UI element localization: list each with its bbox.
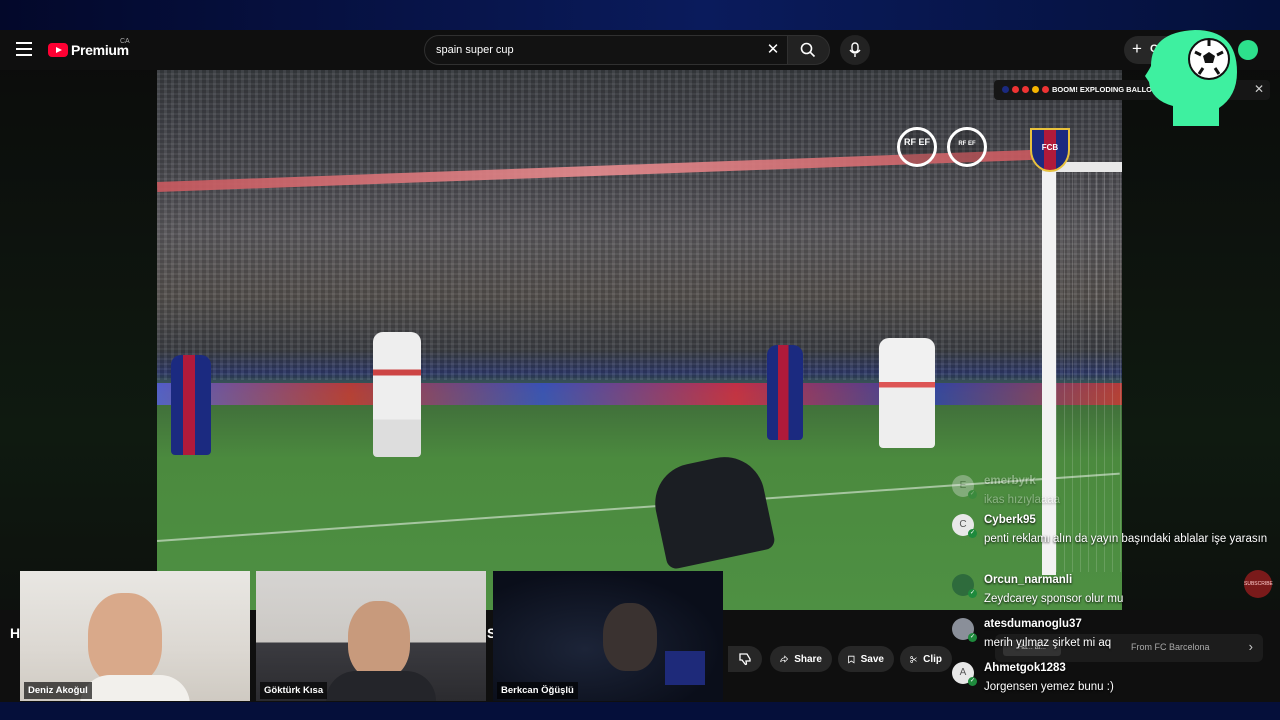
chat-avatar: E ✓ bbox=[952, 475, 977, 499]
account-avatar[interactable] bbox=[1238, 40, 1258, 60]
rfef-badge-text: RF EF bbox=[904, 137, 930, 147]
streamer-shirt bbox=[80, 675, 190, 701]
search-query: spain super cup bbox=[436, 44, 514, 56]
chat-username: Orcun_narmanli bbox=[984, 574, 1073, 586]
supercup-badge-text: RF EF bbox=[958, 141, 976, 147]
chat-avatar: ✓ bbox=[952, 574, 977, 598]
chat-username: atesdumanoglu37 bbox=[984, 618, 1082, 630]
chat-text: penti reklamı alın da yayın başındaki ab… bbox=[984, 533, 1268, 545]
save-icon bbox=[848, 655, 855, 664]
verified-icon: ✓ bbox=[968, 490, 977, 499]
chat-username: Ahmetgok1283 bbox=[984, 662, 1066, 674]
youtube-play-icon bbox=[48, 43, 68, 57]
video-title-fragment: H bbox=[10, 625, 21, 641]
player-white bbox=[373, 332, 421, 457]
avatar-initial: C bbox=[959, 519, 967, 530]
search-button[interactable] bbox=[788, 35, 830, 65]
share-button[interactable]: Share bbox=[770, 646, 832, 672]
save-button[interactable]: Save bbox=[838, 646, 894, 672]
goalkeeper bbox=[647, 449, 777, 571]
search-input[interactable]: spain super cup ✕ bbox=[424, 35, 788, 65]
chat-text: ikas hızıylaaaa bbox=[984, 494, 1061, 506]
webcam-feed: Deniz Akoğul bbox=[20, 571, 250, 701]
verified-icon: ✓ bbox=[968, 677, 977, 686]
menu-icon[interactable] bbox=[16, 42, 32, 56]
webcam-row: Deniz Akoğul Göktürk Kısa Berkcan Öğüşlü bbox=[20, 571, 724, 701]
stream-bottom-band bbox=[0, 702, 1280, 720]
streamer-face bbox=[348, 601, 410, 679]
plus-icon: + bbox=[1132, 39, 1142, 58]
crest-text: FCB bbox=[1041, 143, 1059, 152]
chat-text: Jorgensen yemez bunu :) bbox=[984, 681, 1114, 693]
chat-text: Zeydcarey sponsor olur mu bbox=[984, 593, 1124, 605]
webcam-feed: Berkcan Öğüşlü bbox=[493, 571, 723, 701]
webcam-name: Deniz Akoğul bbox=[24, 682, 92, 699]
chat-avatar: A ✓ bbox=[952, 662, 977, 686]
emoji-icons bbox=[1002, 86, 1049, 93]
streamer-face bbox=[88, 593, 162, 685]
player-white bbox=[879, 338, 935, 448]
webcam-name: Berkcan Öğüşlü bbox=[497, 682, 578, 699]
voice-search-button[interactable] bbox=[840, 35, 870, 65]
streamer-shirt bbox=[326, 671, 436, 701]
verified-icon: ✓ bbox=[968, 589, 977, 598]
crowd-stands bbox=[157, 70, 1122, 380]
webcam-feed: Göktürk Kısa bbox=[256, 571, 486, 701]
webcam-name: Göktürk Kısa bbox=[260, 682, 328, 699]
share-label: Share bbox=[794, 653, 822, 665]
thumbs-down-icon bbox=[739, 653, 751, 666]
dislike-button[interactable] bbox=[728, 646, 762, 672]
share-icon bbox=[780, 655, 789, 663]
search-icon bbox=[800, 42, 816, 58]
close-icon[interactable]: ✕ bbox=[1254, 82, 1264, 96]
brain-football-logo bbox=[1145, 30, 1237, 126]
avatar-initial: A bbox=[959, 667, 967, 678]
stream-top-band bbox=[0, 0, 1280, 30]
supercup-badge: RF EF bbox=[947, 127, 987, 167]
subscribe-badge: SUBSCRIBE bbox=[1244, 570, 1273, 598]
avatar-initial: E bbox=[959, 480, 967, 491]
monitor-glow bbox=[665, 651, 705, 685]
verified-icon: ✓ bbox=[968, 633, 977, 642]
rfef-badge: RF EF bbox=[897, 127, 937, 167]
chat-username: Cyberk95 bbox=[984, 514, 1036, 526]
live-chat-overlay: E ✓ emerbyrk ikas hızıylaaaa C ✓ Cyberk95 … bbox=[944, 470, 1269, 702]
microphone-icon bbox=[849, 42, 861, 57]
chat-username: emerbyrk bbox=[984, 475, 1036, 487]
youtube-logo[interactable]: Premium bbox=[48, 42, 129, 58]
scissors-icon bbox=[910, 655, 917, 663]
masthead: Premium CA spain super cup ✕ + C bbox=[0, 30, 1280, 70]
save-label: Save bbox=[860, 653, 884, 665]
chat-text: merih yılmaz şirket mi aq bbox=[984, 637, 1112, 649]
streamer-face bbox=[603, 603, 657, 671]
player-barca bbox=[767, 345, 803, 440]
verified-icon: ✓ bbox=[968, 529, 977, 538]
ad-boards bbox=[157, 383, 1122, 405]
clip-label: Clip bbox=[923, 653, 942, 665]
chat-avatar: ✓ bbox=[952, 618, 977, 642]
region-code: CA bbox=[120, 38, 130, 45]
chat-avatar: C ✓ bbox=[952, 514, 977, 538]
clear-search-icon[interactable]: ✕ bbox=[763, 40, 783, 60]
barcelona-crest: FCB bbox=[1030, 128, 1070, 172]
player-barca bbox=[171, 355, 211, 455]
